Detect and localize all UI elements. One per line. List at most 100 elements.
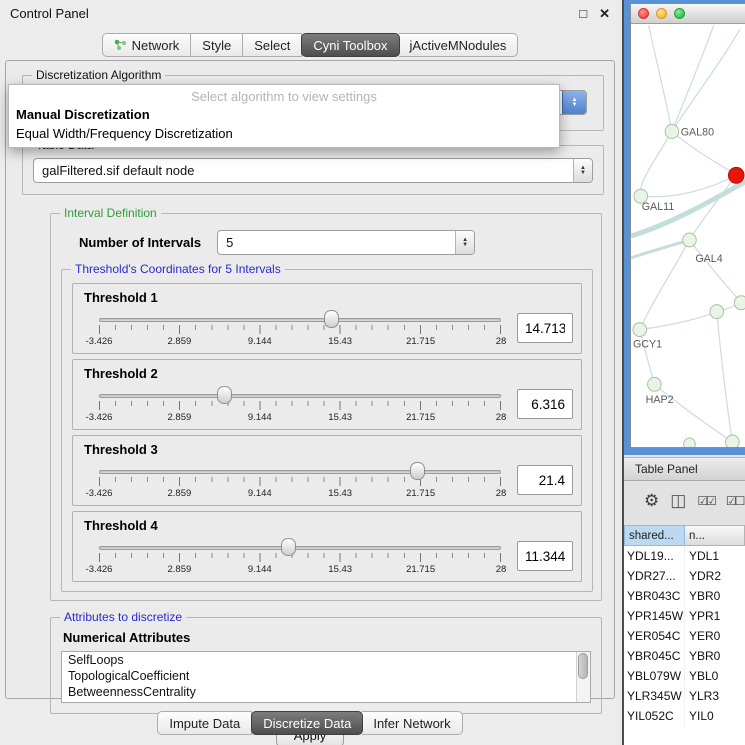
slider-track[interactable] — [99, 318, 501, 322]
slider-thumb[interactable] — [281, 538, 296, 556]
table-data-combobox[interactable]: galFiltered.sif default node ▲▼ — [33, 158, 593, 183]
table-cell-shared-name[interactable]: YBL079W — [624, 666, 685, 686]
network-node[interactable] — [648, 377, 662, 391]
threshold-slider[interactable]: -3.4262.8599.14415.4321.71528 — [99, 381, 501, 427]
slider-track[interactable] — [99, 394, 501, 398]
list-scrollbar[interactable] — [576, 652, 590, 702]
slider-scale-label: 21.715 — [406, 412, 435, 423]
tab-label: Select — [254, 38, 290, 53]
table-row[interactable]: YBR045CYBR0 — [624, 646, 745, 666]
table-row[interactable]: YER054CYER0 — [624, 626, 745, 646]
tab-label: Cyni Toolbox — [313, 38, 387, 53]
table-row[interactable]: YBR043CYBR0 — [624, 586, 745, 606]
threshold-slider[interactable]: -3.4262.8599.14415.4321.71528 — [99, 457, 501, 503]
threshold-value-input[interactable] — [517, 313, 573, 343]
network-node[interactable] — [665, 125, 679, 139]
slider-scale-label: -3.426 — [86, 412, 113, 423]
threshold-value-input[interactable] — [517, 465, 573, 495]
slider-scale-label: 2.859 — [168, 412, 192, 423]
slider-track[interactable] — [99, 470, 501, 474]
table-row[interactable]: YBL079WYBL0 — [624, 666, 745, 686]
table-cell-shared-name[interactable]: YER054C — [624, 626, 685, 646]
table-cell-shared-name[interactable]: YBR043C — [624, 586, 685, 606]
attribute-list-item[interactable]: TopologicalCoefficient — [62, 668, 590, 684]
table-cell-shared-name[interactable]: YDR27... — [624, 566, 685, 586]
mac-minimize-button[interactable] — [656, 8, 667, 19]
table-cell-name[interactable]: YBR0 — [685, 586, 745, 606]
slider-scale-label: 28 — [496, 336, 507, 347]
table-body: YDL19...YDL1YDR27...YDR2YBR043CYBR0YPR14… — [624, 546, 745, 745]
table-cell-shared-name[interactable]: YBR045C — [624, 646, 685, 666]
unselect-all-columns-icon[interactable]: ☑☐ — [726, 494, 744, 508]
slider-scale-label: -3.426 — [86, 564, 113, 575]
table-row[interactable]: YIL052CYIL0 — [624, 706, 745, 726]
network-tab-icon — [114, 39, 127, 51]
columns-icon[interactable]: ◫ — [670, 491, 686, 511]
tab-impute-data[interactable]: Impute Data — [157, 711, 252, 735]
table-row[interactable]: YDL19...YDL1 — [624, 546, 745, 566]
slider-scale-label: 15.43 — [328, 412, 352, 423]
network-node[interactable] — [684, 438, 696, 447]
threshold-panel: Threshold 2 -3.4262.8599.14415.4321.7152… — [72, 359, 582, 430]
table-cell-name[interactable]: YBR0 — [685, 646, 745, 666]
tab-cyni-toolbox[interactable]: Cyni Toolbox — [301, 33, 399, 57]
node-label: HAP2 — [646, 394, 674, 406]
slider-scale-label: 9.144 — [248, 564, 272, 575]
popup-option-equal-width[interactable]: Equal Width/Frequency Discretization — [9, 124, 559, 143]
threshold-value-input[interactable] — [517, 541, 573, 571]
num-intervals-combobox[interactable]: 5 ▲▼ — [217, 230, 475, 255]
slider-thumb[interactable] — [410, 462, 425, 480]
slider-scale-label: -3.426 — [86, 488, 113, 499]
table-cell-name[interactable]: YBL0 — [685, 666, 745, 686]
mac-close-button[interactable] — [638, 8, 649, 19]
float-window-icon[interactable]: □ — [579, 7, 587, 20]
threshold-value-input[interactable] — [517, 389, 573, 419]
attribute-list-item[interactable]: SelfLoops — [62, 652, 590, 668]
table-cell-shared-name[interactable]: YDL19... — [624, 546, 685, 566]
threshold-slider[interactable]: -3.4262.8599.14415.4321.71528 — [99, 533, 501, 579]
table-cell-name[interactable]: YDL1 — [685, 546, 745, 566]
tab-select[interactable]: Select — [243, 33, 302, 57]
tab-style[interactable]: Style — [191, 33, 243, 57]
table-row[interactable]: YDR27...YDR2 — [624, 566, 745, 586]
network-node[interactable] — [710, 305, 724, 319]
network-node[interactable] — [633, 323, 647, 337]
tab-discretize-data[interactable]: Discretize Data — [251, 711, 363, 735]
network-node[interactable] — [734, 296, 745, 310]
table-row[interactable]: YLR345WYLR3 — [624, 686, 745, 706]
table-cell-name[interactable]: YDR2 — [685, 566, 745, 586]
tab-network[interactable]: Network — [102, 33, 192, 57]
select-all-columns-icon[interactable]: ☑☑ — [697, 494, 715, 508]
table-cell-name[interactable]: YIL0 — [685, 706, 745, 726]
table-cell-name[interactable]: YLR3 — [685, 686, 745, 706]
close-icon[interactable]: ✕ — [599, 7, 610, 20]
tab-jactivemnodules[interactable]: jActiveMNodules — [399, 33, 519, 57]
column-header-shared-name[interactable]: shared... — [624, 525, 685, 546]
table-cell-name[interactable]: YPR1 — [685, 606, 745, 626]
slider-thumb[interactable] — [324, 310, 339, 328]
tab-infer-network[interactable]: Infer Network — [362, 711, 462, 735]
threshold-panel: Threshold 4 -3.4262.8599.14415.4321.7152… — [72, 511, 582, 582]
table-cell-shared-name[interactable]: YPR145W — [624, 606, 685, 626]
thresholds-coordinates-group: Threshold's Coordinates for 5 Intervals … — [61, 269, 593, 592]
slider-thumb[interactable] — [217, 386, 232, 404]
tab-label: Network — [132, 38, 180, 53]
attribute-list-item[interactable]: BetweennessCentrality — [62, 684, 590, 700]
network-node[interactable] — [726, 435, 740, 447]
popup-option-manual-discretization[interactable]: Manual Discretization — [9, 105, 559, 124]
table-row[interactable]: YPR145WYPR1 — [624, 606, 745, 626]
table-cell-shared-name[interactable]: YIL052C — [624, 706, 685, 726]
network-node[interactable] — [683, 233, 697, 247]
network-canvas[interactable]: GAL80 GAL11 GAL4 GCY1 HAP2 — [631, 25, 745, 447]
slider-track[interactable] — [99, 546, 501, 550]
column-header-name[interactable]: n... — [685, 525, 745, 546]
tab-label: jActiveMNodules — [410, 38, 507, 53]
table-cell-shared-name[interactable]: YLR345W — [624, 686, 685, 706]
threshold-slider[interactable]: -3.4262.8599.14415.4321.71528 — [99, 305, 501, 351]
list-scrollbar-thumb[interactable] — [578, 653, 588, 679]
gear-icon[interactable]: ⚙ — [644, 491, 659, 511]
slider-scale-label: 9.144 — [248, 488, 272, 499]
mac-zoom-button[interactable] — [674, 8, 685, 19]
network-node-selected[interactable] — [728, 167, 744, 183]
table-cell-name[interactable]: YER0 — [685, 626, 745, 646]
